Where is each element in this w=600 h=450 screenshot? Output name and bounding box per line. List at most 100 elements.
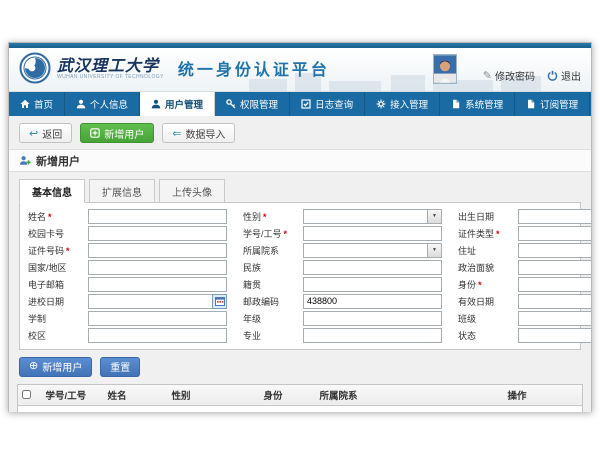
table-header-row: 学号/工号 姓名 性别 身份 所属院系 操作 bbox=[18, 384, 583, 405]
table-empty-row bbox=[18, 405, 583, 412]
major-input[interactable] bbox=[303, 328, 442, 343]
basic-info-panel: 姓名* 性别* ▼ 出生日期 校园卡号 学号/工号* bbox=[19, 202, 581, 350]
id-type-input[interactable] bbox=[518, 226, 591, 241]
form-field-major: 专业 bbox=[243, 328, 442, 343]
form-field-status: 状态 bbox=[458, 328, 591, 343]
logout-link[interactable]: 退出 bbox=[547, 68, 581, 83]
form-field-grade: 年级 bbox=[243, 311, 442, 326]
add-user-toolbar-button[interactable]: 新增用户 bbox=[80, 123, 154, 143]
field-label: 电子邮箱 bbox=[28, 280, 64, 290]
email-input[interactable] bbox=[88, 277, 227, 292]
col-gender: 性别 bbox=[168, 384, 260, 405]
nav-item-subscription-management[interactable]: 订阅管理 bbox=[515, 92, 590, 116]
country-input[interactable] bbox=[88, 260, 227, 275]
main-nav: 首页 个人信息 用户管理 权限管理 日志查询 接入管理 系统管理 订阅管理 bbox=[9, 92, 591, 116]
nav-item-permission-management[interactable]: 权限管理 bbox=[215, 92, 290, 116]
reset-button[interactable]: 重置 bbox=[100, 357, 140, 377]
data-import-button[interactable]: ⇐ 数据导入 bbox=[162, 123, 235, 143]
section-header: 新增用户 bbox=[9, 149, 591, 172]
tab-extended-info[interactable]: 扩展信息 bbox=[89, 179, 155, 203]
field-label: 民族 bbox=[243, 263, 261, 273]
field-label: 姓名 bbox=[28, 212, 46, 222]
required-asterisk: * bbox=[66, 246, 70, 256]
nav-item-system-management[interactable]: 系统管理 bbox=[440, 92, 515, 116]
person-plus-icon bbox=[19, 155, 31, 167]
back-button[interactable]: ↩ 返回 bbox=[19, 123, 72, 143]
postal-code-input[interactable] bbox=[303, 294, 442, 309]
user-avatar[interactable] bbox=[433, 54, 457, 84]
app-window: 武汉理工大学 WUHAN UNIVERSITY OF TECHNOLOGY 统一… bbox=[8, 42, 592, 412]
import-arrow-icon: ⇐ bbox=[172, 127, 181, 140]
plus-circle-icon: ⊕ bbox=[29, 361, 38, 372]
field-label: 所属院系 bbox=[243, 246, 279, 256]
tab-basic-info[interactable]: 基本信息 bbox=[19, 179, 85, 203]
header-right: ✎ 修改密码 退出 bbox=[433, 54, 581, 84]
nav-label: 首页 bbox=[34, 97, 53, 111]
gender-select[interactable] bbox=[303, 209, 428, 224]
col-operation: 操作 bbox=[504, 384, 583, 405]
schooling-length-input[interactable] bbox=[88, 311, 227, 326]
nav-item-home[interactable]: 首页 bbox=[9, 92, 65, 116]
form-field-identity: 身份* bbox=[458, 277, 591, 292]
doc-icon bbox=[451, 99, 461, 109]
nav-item-personal-info[interactable]: 个人信息 bbox=[65, 92, 140, 116]
ethnicity-input[interactable] bbox=[303, 260, 442, 275]
key-icon bbox=[226, 99, 236, 109]
field-label: 政治面貌 bbox=[458, 263, 494, 273]
field-label: 有效日期 bbox=[458, 297, 494, 307]
content-area: ↩ 返回 新增用户 ⇐ 数据导入 新增用户 基本信息 扩展信息 上传头 bbox=[9, 116, 591, 412]
field-label: 专业 bbox=[243, 331, 261, 341]
field-label: 证件号码 bbox=[28, 246, 64, 256]
field-label: 班级 bbox=[458, 314, 476, 324]
logout-label: 退出 bbox=[561, 68, 581, 83]
form-field-class: 班级 bbox=[458, 311, 591, 326]
platform-title: 统一身份认证平台 bbox=[178, 56, 330, 80]
tab-upload-avatar[interactable]: 上传头像 bbox=[159, 179, 225, 203]
name-input[interactable] bbox=[88, 209, 227, 224]
nav-item-log-query[interactable]: 日志查询 bbox=[290, 92, 365, 116]
select-all-checkbox[interactable] bbox=[22, 390, 31, 399]
required-asterisk: * bbox=[48, 212, 52, 222]
campus-card-input[interactable] bbox=[88, 226, 227, 241]
student-id-input[interactable] bbox=[303, 226, 442, 241]
class-input[interactable] bbox=[518, 311, 591, 326]
change-password-label: 修改密码 bbox=[495, 68, 535, 83]
field-label: 校区 bbox=[28, 331, 46, 341]
required-asterisk: * bbox=[284, 229, 288, 239]
field-label: 状态 bbox=[458, 331, 476, 341]
political-status-input[interactable] bbox=[518, 260, 591, 275]
change-password-link[interactable]: ✎ 修改密码 bbox=[483, 68, 535, 83]
status-input[interactable] bbox=[518, 328, 591, 343]
id-number-input[interactable] bbox=[88, 243, 227, 258]
birth-date-input[interactable] bbox=[518, 209, 591, 224]
brand: 武汉理工大学 WUHAN UNIVERSITY OF TECHNOLOGY 统一… bbox=[19, 52, 330, 84]
grade-input[interactable] bbox=[303, 311, 442, 326]
calendar-icon bbox=[215, 296, 225, 306]
form-field-campus: 校区 bbox=[28, 328, 227, 343]
enroll-date-input[interactable] bbox=[88, 294, 213, 309]
department-dropdown-button[interactable]: ▼ bbox=[427, 243, 442, 258]
department-select[interactable] bbox=[303, 243, 428, 258]
field-label: 籍贯 bbox=[243, 280, 261, 290]
log-icon bbox=[301, 99, 311, 109]
valid-date-input[interactable] bbox=[518, 294, 591, 309]
nav-item-access-management[interactable]: 接入管理 bbox=[365, 92, 440, 116]
nav-item-user-management[interactable]: 用户管理 bbox=[140, 92, 215, 116]
required-asterisk: * bbox=[496, 229, 500, 239]
campus-input[interactable] bbox=[88, 328, 227, 343]
identity-input[interactable] bbox=[518, 277, 591, 292]
field-label: 年级 bbox=[243, 314, 261, 324]
nav-label: 系统管理 bbox=[465, 97, 503, 111]
address-input[interactable] bbox=[518, 243, 591, 258]
form-field-email: 电子邮箱 bbox=[28, 277, 227, 292]
form-field-id-type: 证件类型* bbox=[458, 226, 591, 241]
enroll-date-calendar-button[interactable] bbox=[212, 294, 227, 309]
native-place-input[interactable] bbox=[303, 277, 442, 292]
gender-dropdown-button[interactable]: ▼ bbox=[427, 209, 442, 224]
nav-label: 订阅管理 bbox=[540, 97, 578, 111]
add-user-label: 新增用户 bbox=[104, 126, 144, 141]
required-asterisk: * bbox=[263, 212, 267, 222]
results-table-wrap: 学号/工号 姓名 性别 身份 所属院系 操作 bbox=[17, 384, 583, 413]
form-tabs: 基本信息 扩展信息 上传头像 bbox=[19, 179, 581, 203]
submit-add-user-button[interactable]: ⊕ 新增用户 bbox=[19, 357, 92, 377]
